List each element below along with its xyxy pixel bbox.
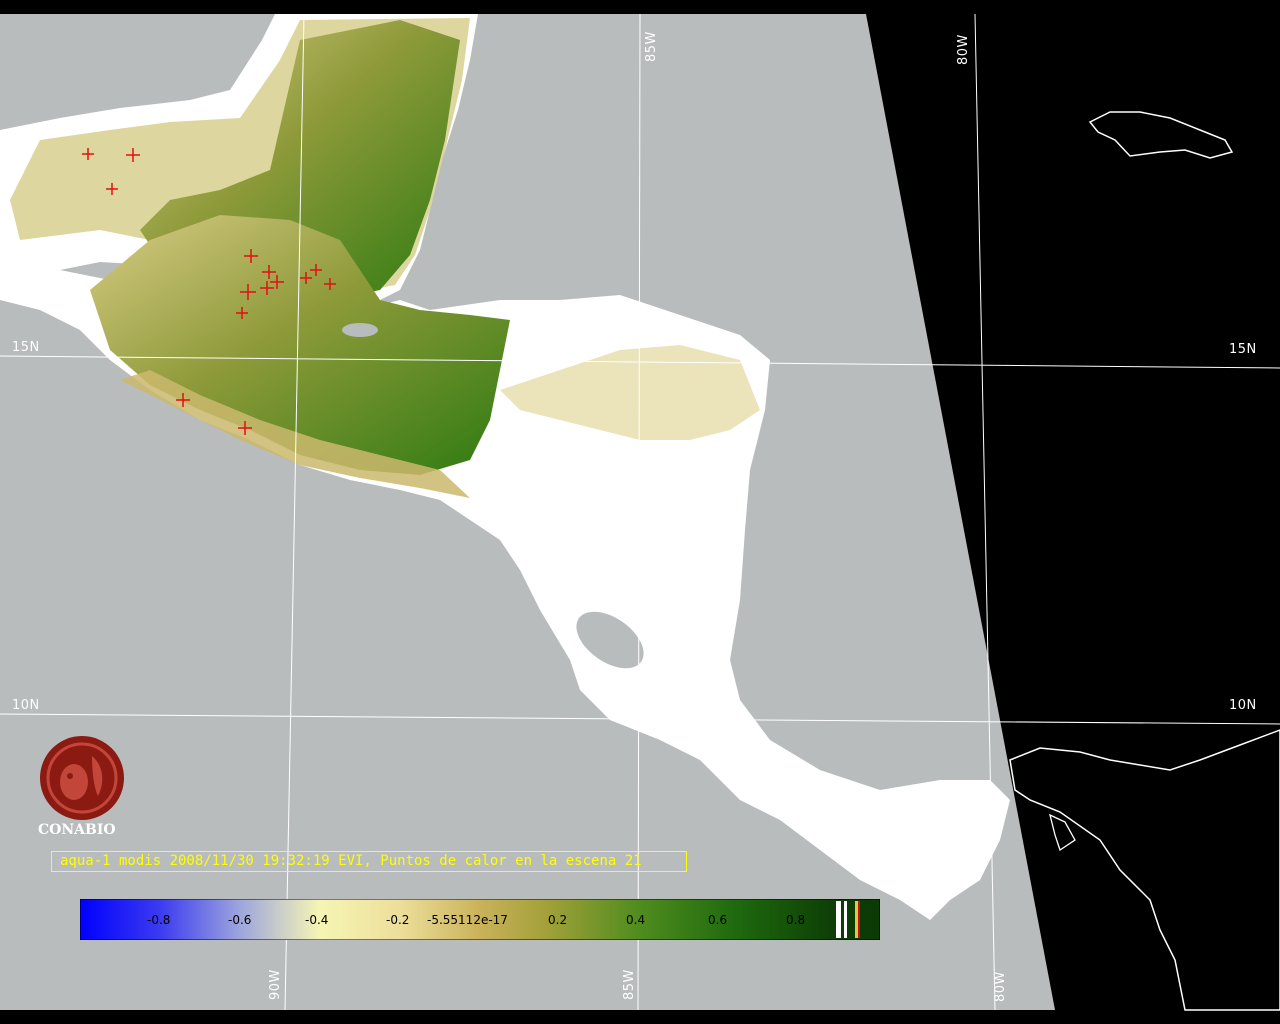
colorbar-tick-label: -0.8	[147, 913, 170, 927]
colorbar-tick-label: 0.8	[786, 913, 805, 927]
lon-label-80w-top: 80W	[956, 34, 971, 65]
lon-label-80w-bottom: 80W	[993, 971, 1008, 1002]
lat-label-10n-left: 10N	[12, 698, 40, 713]
lat-label-15n-right: 15N	[1229, 342, 1257, 357]
colorbar-cloud-swatch	[844, 901, 847, 938]
conabio-logo-icon	[40, 736, 124, 820]
colorbar-swatch	[855, 901, 858, 938]
colorbar-tick-label: 0.4	[626, 913, 645, 927]
lat-label-15n-left: 15N	[12, 340, 40, 355]
colorbar-tick-label: 0.6	[708, 913, 727, 927]
colorbar-tick-label: 0.2	[548, 913, 567, 927]
colorbar-hotspot-swatch	[858, 901, 860, 938]
lake-izabal	[342, 323, 378, 337]
colorbar-tick-label: -0.6	[228, 913, 251, 927]
colorbar-tick-label: -0.4	[305, 913, 328, 927]
colorbar-tick-label: -0.2	[386, 913, 409, 927]
evi-colorbar: -0.8 -0.6 -0.4 -0.2 -5.55112e-17 0.2 0.4 0.6 0.8	[80, 899, 880, 940]
lon-label-85w-top: 85W	[644, 31, 659, 62]
colorbar-cloud-swatch	[836, 901, 841, 938]
lon-label-90w-bottom: 90W	[268, 969, 283, 1000]
lon-label-85w-bottom: 85W	[622, 969, 637, 1000]
caption-text: aqua-1 modis 2008/11/30 19:32:19 EVI, Pu…	[60, 853, 642, 869]
colorbar-tick-label: -5.55112e-17	[427, 913, 508, 927]
conabio-logo-text: CONABIO	[38, 822, 116, 838]
lat-label-10n-right: 10N	[1229, 698, 1257, 713]
